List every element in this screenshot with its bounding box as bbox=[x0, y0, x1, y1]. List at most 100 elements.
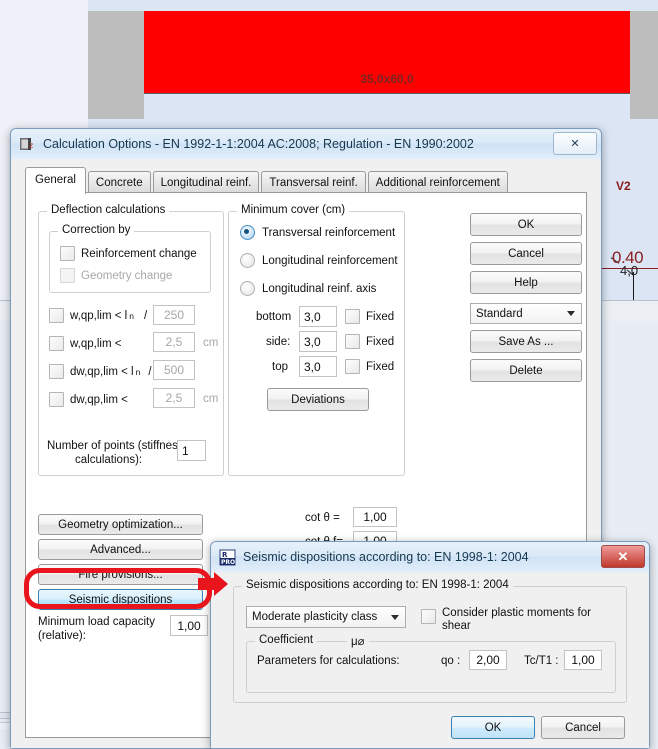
input-min-load-capacity[interactable]: 1,00 bbox=[170, 615, 208, 636]
cancel-button[interactable]: Cancel bbox=[470, 242, 582, 265]
checkbox-dw-qp-lim-ratio[interactable]: dw,qp,lim < l n / bbox=[49, 364, 152, 379]
svg-text:R: R bbox=[222, 551, 228, 559]
tab-concrete[interactable]: Concrete bbox=[87, 171, 151, 194]
label-top: top bbox=[272, 361, 288, 373]
plasticity-class-combobox[interactable]: Moderate plasticity class bbox=[246, 606, 406, 628]
seismic-dialog-titlebar[interactable]: R PRO Seismic dispositions according to:… bbox=[211, 542, 649, 573]
label-bottom: bottom bbox=[256, 311, 292, 323]
checkbox-label: dw,qp,lim < l bbox=[70, 365, 134, 378]
input-cover-bottom[interactable]: 3,0 bbox=[299, 306, 337, 327]
radio-longitudinal-reinf-axis[interactable]: Longitudinal reinf. axis bbox=[240, 281, 376, 296]
input-cover-top[interactable]: 3,0 bbox=[299, 356, 337, 377]
save-as-button[interactable]: Save As ... bbox=[470, 330, 582, 353]
deflection-group-label: Deflection calculations bbox=[47, 204, 170, 216]
checkbox-label: w,qp,lim < l bbox=[70, 309, 128, 322]
tabstrip: General Concrete Longitudinal reinf. Tra… bbox=[25, 167, 510, 194]
cot-theta-label: cot θ = bbox=[305, 512, 340, 524]
input-cot-theta[interactable]: 1,00 bbox=[353, 507, 397, 527]
radio-dot bbox=[240, 281, 255, 296]
points-label-line2: calculations): bbox=[75, 454, 143, 466]
input-w-qp-lim-ratio[interactable]: 250 bbox=[153, 305, 195, 325]
delete-button[interactable]: Delete bbox=[470, 359, 582, 382]
input-number-of-points[interactable]: 1 bbox=[177, 440, 206, 461]
checkbox-label: Geometry change bbox=[81, 269, 173, 282]
input-w-qp-lim-abs[interactable]: 2,5 bbox=[153, 332, 195, 352]
checkbox-consider-plastic-moments[interactable]: Consider plastic moments for shear bbox=[421, 607, 591, 633]
ok-button[interactable]: OK bbox=[470, 213, 582, 236]
qo-label: qo : bbox=[441, 655, 461, 667]
tc-t1-label: Tc/T1 : bbox=[524, 655, 559, 667]
checkbox-w-qp-lim-abs[interactable]: w,qp,lim < bbox=[49, 336, 121, 351]
deviations-button[interactable]: Deviations bbox=[267, 388, 369, 411]
radio-dot bbox=[240, 253, 255, 268]
help-button[interactable]: Help bbox=[470, 271, 582, 294]
seismic-dispositions-dialog: R PRO Seismic dispositions according to:… bbox=[210, 541, 650, 749]
checkbox-box bbox=[60, 246, 75, 261]
checkbox-fixed-bottom[interactable]: Fixed bbox=[345, 309, 394, 324]
tab-longitudinal-reinf[interactable]: Longitudinal reinf. bbox=[152, 171, 260, 194]
unit-cm-2: cm bbox=[203, 393, 219, 405]
radio-longitudinal-reinforcement[interactable]: Longitudinal reinforcement bbox=[240, 253, 398, 268]
input-cover-side[interactable]: 3,0 bbox=[299, 331, 337, 352]
advanced-button[interactable]: Advanced... bbox=[38, 539, 203, 560]
dimension-leader bbox=[633, 272, 634, 300]
input-qo[interactable]: 2,00 bbox=[469, 650, 507, 670]
screen-root: 35,0x60,0 V2 0.40 4,0 z Calculation Opti… bbox=[0, 0, 658, 749]
input-dw-qp-lim-ratio[interactable]: 500 bbox=[153, 360, 195, 380]
beam-lower-shape bbox=[144, 93, 630, 120]
geometry-optimization-button[interactable]: Geometry optimization... bbox=[38, 514, 203, 535]
profile-combobox[interactable]: Standard bbox=[470, 303, 582, 324]
seismic-cancel-button[interactable]: Cancel bbox=[541, 716, 625, 739]
tab-general[interactable]: General bbox=[25, 167, 86, 194]
checkbox-label-line1: Consider plastic moments for bbox=[442, 607, 591, 619]
close-icon[interactable]: ✕ bbox=[601, 545, 645, 568]
tab-additional-reinforcement[interactable]: Additional reinforcement bbox=[367, 171, 508, 194]
divider-slash: / bbox=[143, 309, 148, 322]
input-tc-t1[interactable]: 1,00 bbox=[564, 650, 602, 670]
params-label: Parameters for calculations: bbox=[257, 655, 400, 667]
tab-transversal-reinf[interactable]: Transversal reinf. bbox=[261, 171, 366, 194]
annotation-highlight-ring bbox=[24, 568, 212, 609]
checkbox-label: Reinforcement change bbox=[81, 247, 197, 260]
checkbox-dw-qp-lim-abs[interactable]: dw,qp,lim < bbox=[49, 392, 128, 407]
checkbox-label: Fixed bbox=[366, 360, 395, 373]
checkbox-w-qp-lim-ratio[interactable]: w,qp,lim < l n / bbox=[49, 308, 147, 323]
divider-slash: / bbox=[148, 365, 152, 378]
checkbox-fixed-side[interactable]: Fixed bbox=[345, 334, 394, 349]
plasticity-class-value: Moderate plasticity class bbox=[252, 611, 378, 623]
svg-text:z: z bbox=[29, 141, 33, 150]
checkbox-box bbox=[49, 364, 64, 379]
coefficient-group-label: Coefficient bbox=[255, 634, 318, 646]
checkbox-box bbox=[49, 308, 64, 323]
checkbox-box bbox=[345, 309, 360, 324]
seismic-ok-button[interactable]: OK bbox=[451, 716, 535, 739]
checkbox-label: w,qp,lim < bbox=[70, 337, 122, 350]
minimum-cover-group: Minimum cover (cm) Transversal reinforce… bbox=[228, 204, 405, 476]
coefficient-symbol: μ⌀ bbox=[347, 634, 369, 648]
correction-by-label: Correction by bbox=[58, 224, 135, 236]
checkbox-label-wrapper: Consider plastic moments for shear bbox=[442, 607, 591, 633]
svg-text:PRO: PRO bbox=[221, 559, 235, 566]
min-load-label-line1: Minimum load capacity bbox=[38, 616, 155, 628]
subscript-n: n bbox=[129, 310, 134, 321]
min-load-label-line2: (relative): bbox=[38, 630, 86, 642]
close-icon[interactable]: ✕ bbox=[553, 132, 597, 155]
annotation-arrow-icon bbox=[198, 572, 228, 596]
radio-dot bbox=[240, 225, 255, 240]
checkbox-label: Fixed bbox=[366, 335, 395, 348]
points-label-line1: Number of points (stiffness bbox=[47, 440, 184, 452]
radio-label: Longitudinal reinf. axis bbox=[262, 282, 377, 295]
input-dw-qp-lim-abs[interactable]: 2,5 bbox=[153, 388, 195, 408]
checkbox-fixed-top[interactable]: Fixed bbox=[345, 359, 394, 374]
checkbox-geometry-change: Geometry change bbox=[60, 268, 172, 283]
radio-transversal-reinforcement[interactable]: Transversal reinforcement bbox=[240, 225, 395, 240]
seismic-group-label: Seismic dispositions according to: EN 19… bbox=[242, 579, 513, 591]
dialog-titlebar[interactable]: z Calculation Options - EN 1992-1-1:2004… bbox=[11, 129, 601, 160]
chevron-down-icon bbox=[567, 311, 575, 316]
checkbox-reinforcement-change[interactable]: Reinforcement change bbox=[60, 246, 197, 261]
radio-label: Longitudinal reinforcement bbox=[262, 254, 398, 267]
column-left-shape bbox=[88, 11, 144, 119]
seismic-client-area: Seismic dispositions according to: EN 19… bbox=[211, 572, 649, 748]
dialog-title: Calculation Options - EN 1992-1-1:2004 A… bbox=[43, 137, 474, 151]
checkbox-box bbox=[60, 268, 75, 283]
